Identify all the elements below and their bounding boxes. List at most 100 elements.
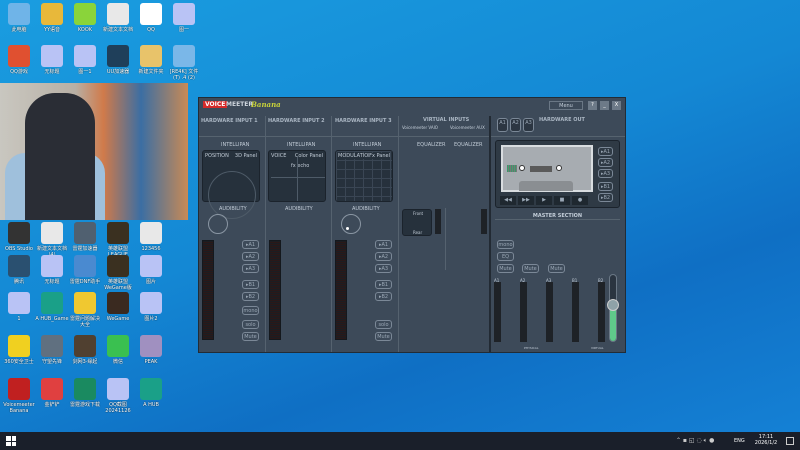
hw-out-a3[interactable]: A3	[523, 118, 534, 132]
strip3-bus-2[interactable]: ▸A3	[375, 264, 392, 273]
master-fader-b2[interactable]	[598, 282, 605, 342]
hw-out-a1[interactable]: A1	[497, 118, 508, 132]
recorder-bus-2[interactable]: ▸A3	[598, 169, 613, 178]
desktop-icon[interactable]: 图一1	[68, 45, 102, 75]
strip2-voice-pad[interactable]: VOICE Color Panel fx echo	[268, 150, 326, 202]
desktop-icon-label: YY语音	[43, 27, 61, 33]
minimize-button[interactable]: _	[600, 101, 609, 110]
desktop-icon[interactable]: A HUB	[134, 378, 168, 408]
desktop-icon[interactable]: 360安全卫士	[2, 335, 36, 365]
desktop-icon[interactable]: 1	[2, 292, 36, 322]
transport-button-3[interactable]: ■	[554, 196, 570, 205]
desktop-icon[interactable]: YY语音	[35, 3, 69, 33]
desktop-icon[interactable]: 图一	[167, 3, 201, 33]
desktop-icon[interactable]: 无标题	[35, 255, 69, 285]
app-icon	[8, 45, 30, 67]
strip1-mute[interactable]: Mute	[242, 332, 259, 341]
language-indicator[interactable]: ENG	[734, 438, 745, 444]
master-b2-slider[interactable]	[607, 274, 619, 342]
desktop-icon[interactable]: 123456	[134, 222, 168, 252]
desktop-icon-label: 无标题	[44, 279, 60, 285]
desktop-icon[interactable]: A HUB_Game	[35, 292, 69, 322]
strip3-bus-4[interactable]: ▸B2	[375, 292, 392, 301]
desktop-icon[interactable]: OBS Studio	[2, 222, 36, 252]
desktop-icon[interactable]: 此电脑	[2, 3, 36, 33]
transport-button-2[interactable]: ▶	[536, 196, 552, 205]
strip1-bus-4[interactable]: ▸B2	[242, 292, 259, 301]
desktop-icon-label: 360安全卫士	[4, 359, 34, 365]
strip1-audibility-knob[interactable]	[208, 214, 228, 234]
desktop-icon[interactable]: 英雄联盟 LEAGUE	[101, 222, 135, 258]
hw-out-a2[interactable]: A2	[510, 118, 521, 132]
notification-icon[interactable]	[786, 437, 794, 445]
master-mono[interactable]: mono	[497, 240, 514, 249]
desktop-icon[interactable]: 雷霆加速器	[68, 222, 102, 252]
master-eq[interactable]: EQ	[497, 252, 514, 261]
desktop-icon[interactable]: QQ	[134, 3, 168, 33]
recorder-bus-0[interactable]: ▸A1	[598, 147, 613, 156]
transport-button-4[interactable]: ●	[572, 196, 588, 205]
strip1-solo[interactable]: solo	[242, 320, 259, 329]
desktop-icon[interactable]: 金铲铲	[35, 378, 69, 408]
virtual-input-1-name: Voicemeeter VAIO	[402, 125, 438, 130]
recorder-bus-3[interactable]: ▸B1	[598, 182, 613, 191]
desktop-icon[interactable]: 守望先锋	[35, 335, 69, 365]
desktop-icon[interactable]: 微信	[101, 335, 135, 365]
strip3-mute[interactable]: Mute	[375, 332, 392, 341]
strip1-bus-3[interactable]: ▸B1	[242, 280, 259, 289]
strip1-bus-2[interactable]: ▸A3	[242, 264, 259, 273]
strip3-bus-1[interactable]: ▸A2	[375, 252, 392, 261]
desktop-icon[interactable]: KOOK	[68, 3, 102, 33]
master-fader-a1[interactable]	[494, 282, 501, 342]
master-a1-mute[interactable]: Mute	[497, 264, 514, 273]
desktop-icon[interactable]: QQ截图 20241126	[101, 378, 135, 414]
desktop-icon[interactable]: 新建文本文档 (4)	[35, 222, 69, 258]
recorder-bus-1[interactable]: ▸A2	[598, 158, 613, 167]
strip3-modulation-pad[interactable]: MODULATION Fx Panel	[335, 150, 393, 202]
desktop-icon[interactable]: 图片2	[134, 292, 168, 322]
desktop-icon[interactable]: [RE4K] 文件(T) .4 (2)	[167, 45, 201, 81]
strip3-bus-3[interactable]: ▸B1	[375, 280, 392, 289]
recorder-bus-4[interactable]: ▸B2	[598, 193, 613, 202]
strip3-solo[interactable]: solo	[375, 320, 392, 329]
desktop-icon[interactable]: Voicemeeter Banana	[2, 378, 36, 414]
desktop-icon[interactable]: 新建文件夹	[134, 45, 168, 75]
transport-button-0[interactable]: ◀◀	[500, 196, 516, 205]
strip3-audibility-knob[interactable]	[341, 214, 361, 234]
desktop-icon[interactable]: 雷霆DNF助手	[68, 255, 102, 285]
windows-start-icon[interactable]	[6, 436, 16, 446]
desktop-icon[interactable]: 雷霆游戏下载	[68, 378, 102, 408]
eq-label-2: EQUALIZER	[454, 142, 483, 148]
desktop-icon[interactable]: 腾讯	[2, 255, 36, 285]
desktop-icon[interactable]: 英雄联盟 WeGame版	[101, 255, 135, 291]
desktop-icon[interactable]: QQ游戏	[2, 45, 36, 75]
master-fader-a2[interactable]	[520, 282, 527, 342]
help-button[interactable]: ?	[588, 101, 597, 110]
physical-label: PHYSICAL	[524, 346, 539, 350]
strip2-fx: fx echo	[291, 163, 310, 169]
tray-icons[interactable]: ⌃ ▪ ◱ ◌ 🔈︎ ●	[676, 437, 714, 445]
desktop-icon[interactable]: 雷霆问题解决大全	[68, 292, 102, 328]
desktop-icon[interactable]: 剑网3·缘起	[68, 335, 102, 365]
strip1-mono[interactable]: mono	[242, 306, 259, 315]
master-a2-mute[interactable]: Mute	[522, 264, 539, 273]
close-button[interactable]: X	[612, 101, 621, 110]
strip1-bus-1[interactable]: ▸A2	[242, 252, 259, 261]
master-fader-b1[interactable]	[572, 282, 579, 342]
strip1-bus-0[interactable]: ▸A1	[242, 240, 259, 249]
transport-button-1[interactable]: ▶▶	[518, 196, 534, 205]
desktop-icon[interactable]: 图片	[134, 255, 168, 285]
desktop-icon[interactable]: 新建文本文档	[101, 3, 135, 33]
menu-button[interactable]: Menu	[549, 101, 583, 110]
master-a3-mute[interactable]: Mute	[548, 264, 565, 273]
strip1-position-pad[interactable]: POSITION 3D Panel	[202, 150, 260, 219]
desktop-icon[interactable]: PEAK	[134, 335, 168, 365]
desktop-icon[interactable]: UU加速器	[101, 45, 135, 75]
desktop-icon[interactable]: 无标题	[35, 45, 69, 75]
strip3-bus-0[interactable]: ▸A1	[375, 240, 392, 249]
virtual-label: VIRTUAL	[591, 346, 604, 350]
virtual-panner[interactable]: Front Rear	[402, 209, 432, 236]
clock[interactable]: 17:11 2026/1/2	[752, 434, 780, 446]
desktop-icon[interactable]: WeGame	[101, 292, 135, 322]
master-fader-a3[interactable]	[546, 282, 553, 342]
